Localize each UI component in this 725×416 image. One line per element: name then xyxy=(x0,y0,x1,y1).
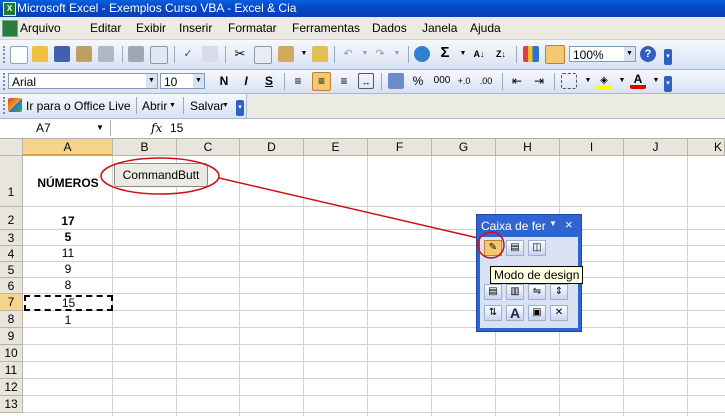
annotation-circle-design-mode xyxy=(477,231,505,259)
annotation-overlay-toolbox xyxy=(477,231,505,259)
design-mode-tooltip: Modo de design xyxy=(490,266,584,284)
